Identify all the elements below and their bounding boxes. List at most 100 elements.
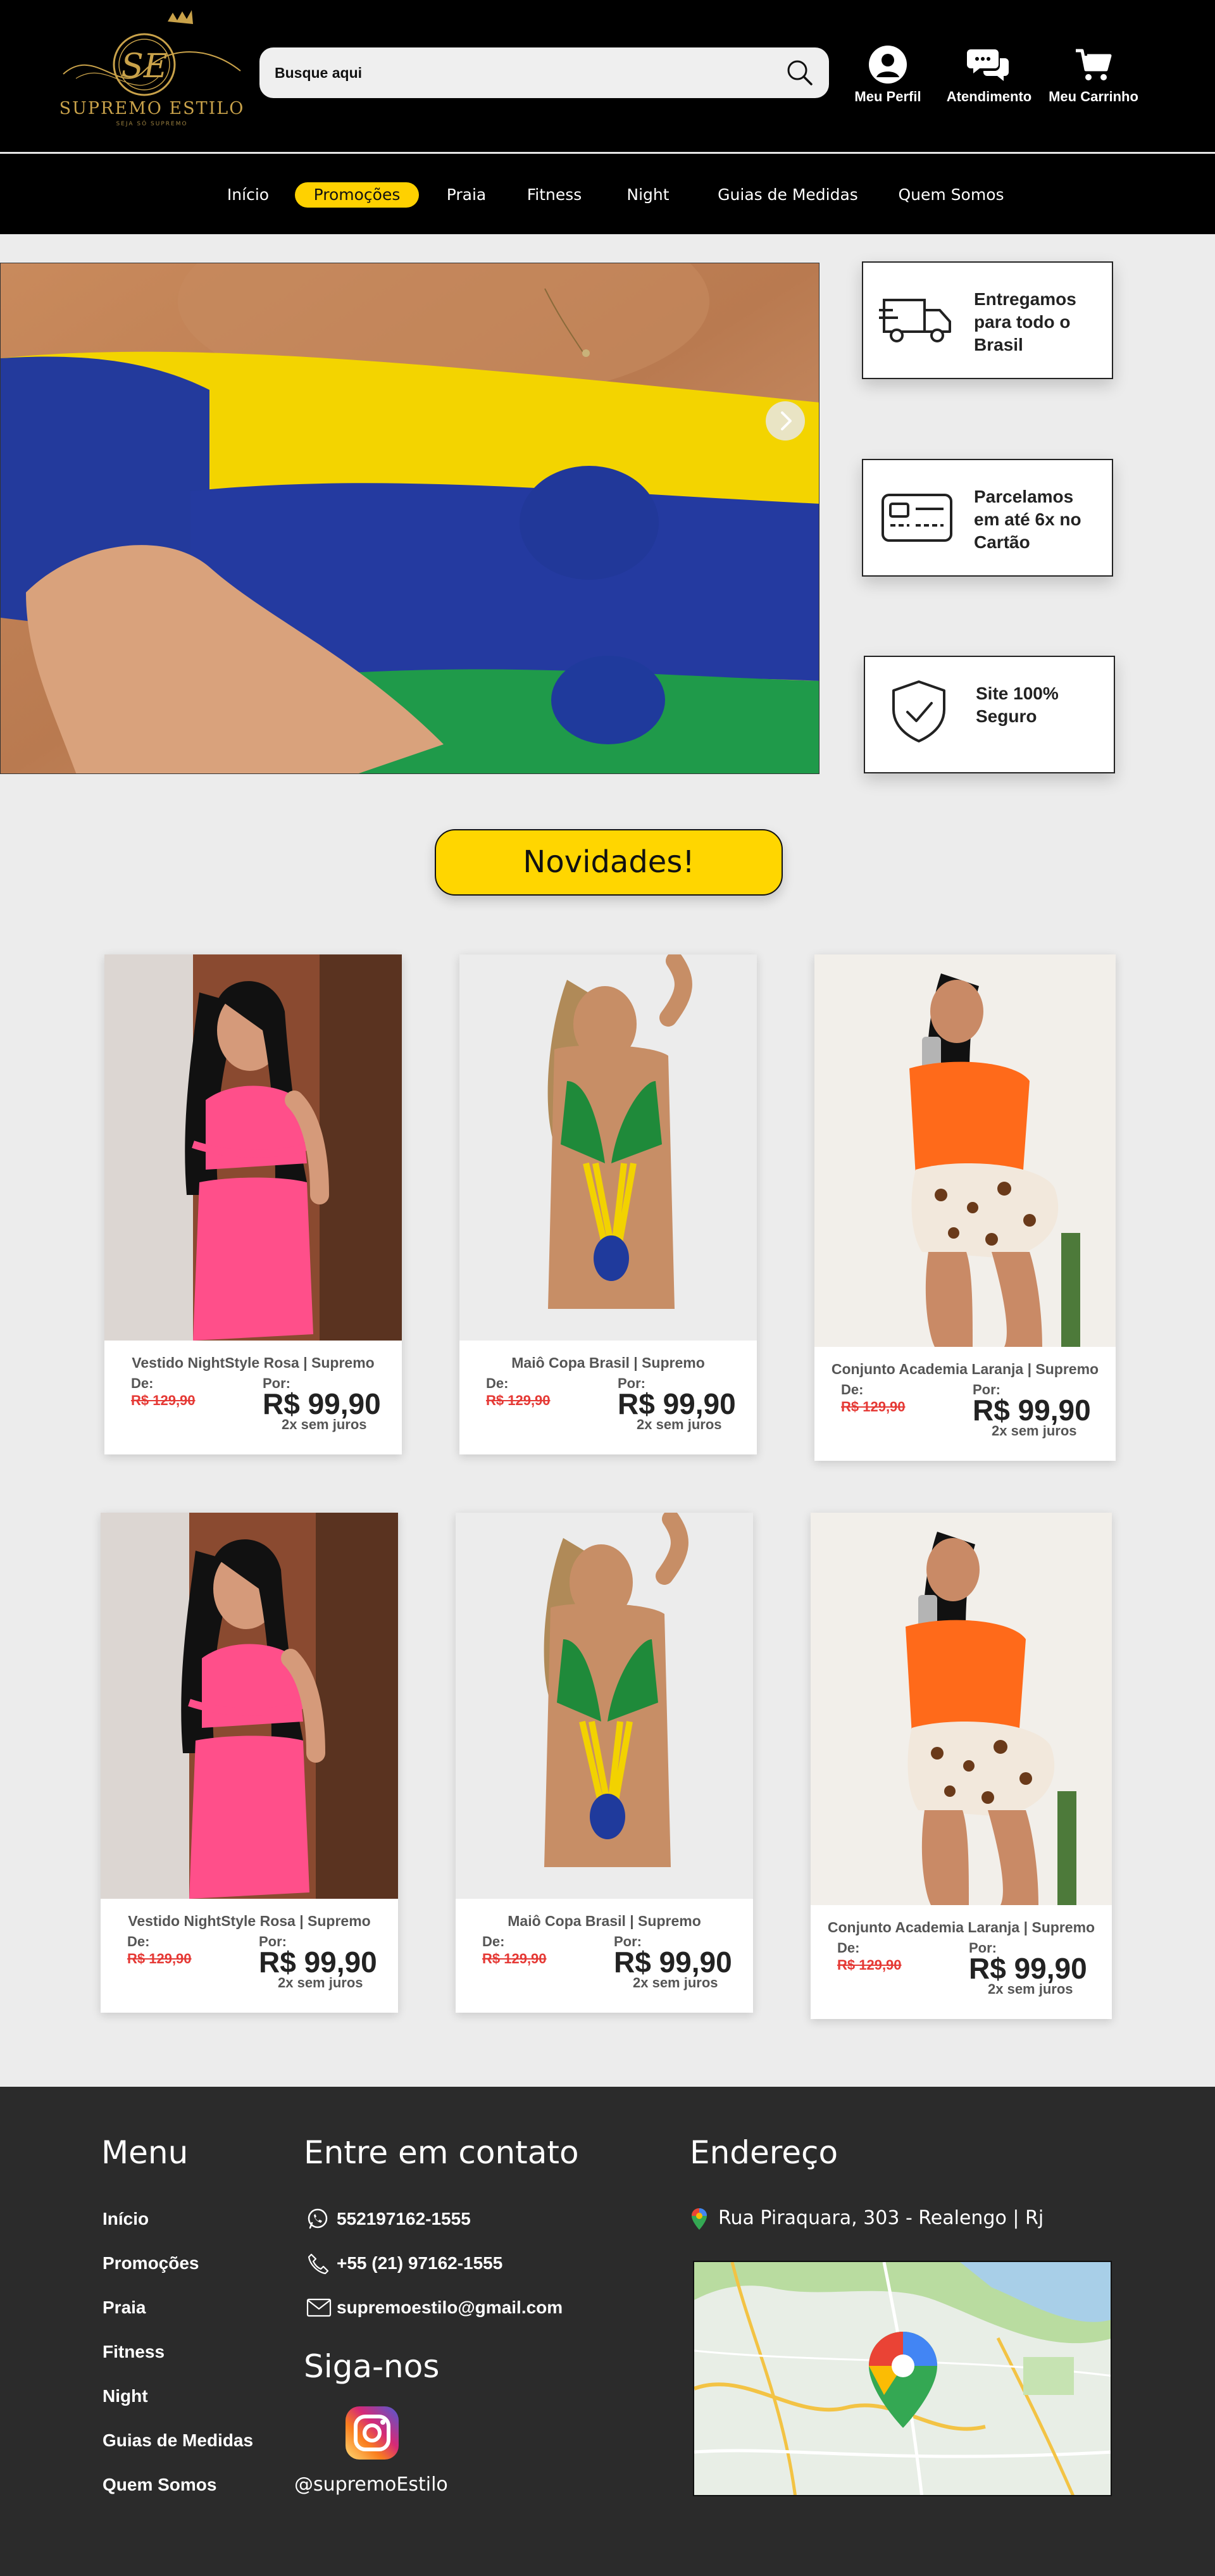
installments: 2x sem juros bbox=[637, 1416, 722, 1432]
product-photo[interactable] bbox=[101, 1513, 398, 1899]
old-price-label: De: bbox=[486, 1375, 509, 1391]
old-price: R$ 129,90 bbox=[127, 1951, 192, 1966]
follow-title: Siga-nos bbox=[304, 2348, 440, 2385]
old-price: R$ 129,90 bbox=[486, 1392, 551, 1408]
nav-item-fitness[interactable]: Fitness bbox=[520, 182, 589, 208]
cart-icon bbox=[1076, 49, 1112, 80]
email-icon bbox=[306, 2298, 332, 2317]
chat-icon bbox=[967, 49, 1009, 81]
old-price-label: De: bbox=[131, 1375, 154, 1391]
footer-menu-title: Menu bbox=[101, 2134, 189, 2171]
product-name[interactable]: Conjunto Academia Laranja | Supremo bbox=[814, 1361, 1116, 1378]
carousel-next-button[interactable] bbox=[766, 401, 805, 441]
product-photo[interactable] bbox=[814, 954, 1116, 1347]
price: R$ 99,90 bbox=[969, 1952, 1087, 1985]
whatsapp-icon bbox=[308, 2208, 328, 2229]
old-price: R$ 129,90 bbox=[841, 1399, 906, 1415]
footer-link-inicio[interactable]: Início bbox=[103, 2209, 149, 2229]
product-card[interactable]: Vestido NightStyle Rosa | Supremo De: R$… bbox=[101, 1513, 398, 2013]
product-name[interactable]: Maiô Copa Brasil | Supremo bbox=[459, 1354, 757, 1372]
product-card[interactable]: Vestido NightStyle Rosa | Supremo De: R$… bbox=[104, 954, 402, 1454]
price: R$ 99,90 bbox=[259, 1946, 377, 1979]
product-photo[interactable] bbox=[459, 954, 757, 1341]
feature-shipping-text: Entregamos para todo o Brasil bbox=[974, 289, 1076, 354]
footer-contact-title: Entre em contato bbox=[304, 2134, 579, 2171]
installments: 2x sem juros bbox=[633, 1975, 718, 1991]
old-price: R$ 129,90 bbox=[837, 1957, 902, 1973]
support-label: Atendimento bbox=[946, 89, 1032, 104]
feature-installments-text: Parcelamos em até 6x no Cartão bbox=[974, 487, 1081, 552]
search-icon[interactable] bbox=[785, 58, 815, 88]
main-nav bbox=[0, 154, 1215, 234]
cart-label: Meu Carrinho bbox=[1049, 89, 1138, 104]
footer-link-night[interactable]: Night bbox=[103, 2386, 148, 2406]
old-price-label: De: bbox=[841, 1382, 864, 1397]
feature-security: Site 100% Seguro bbox=[864, 656, 1115, 773]
instagram-icon[interactable] bbox=[344, 2405, 400, 2461]
map-pin-icon bbox=[692, 2208, 707, 2230]
footer-link-quem-somos[interactable]: Quem Somos bbox=[103, 2475, 216, 2495]
installments: 2x sem juros bbox=[992, 1423, 1077, 1439]
nav-item-guias-de-medidas[interactable]: Guias de Medidas bbox=[715, 182, 861, 208]
installments: 2x sem juros bbox=[278, 1975, 363, 1991]
cart-button[interactable]: Meu Carrinho bbox=[1040, 44, 1147, 114]
search-input[interactable] bbox=[275, 47, 768, 98]
footer-link-fitness[interactable]: Fitness bbox=[103, 2342, 165, 2362]
nav-item-praia[interactable]: Praia bbox=[443, 182, 490, 208]
address-text: Rua Piraquara, 303 - Realengo | Rj bbox=[718, 2207, 1044, 2229]
product-name[interactable]: Vestido NightStyle Rosa | Supremo bbox=[104, 1354, 402, 1372]
old-price-label: De: bbox=[482, 1934, 505, 1949]
search-bar bbox=[259, 47, 829, 98]
product-photo[interactable] bbox=[456, 1513, 753, 1899]
footer-link-promocoes[interactable]: Promoções bbox=[103, 2253, 199, 2273]
installments: 2x sem juros bbox=[282, 1416, 367, 1432]
hero-carousel[interactable] bbox=[0, 263, 819, 774]
logo-wordmark: SUPREMO ESTILO bbox=[59, 99, 245, 118]
logo-emblem-icon: SE SUPREMO ESTILO SEJA SÓ SUPREMO bbox=[59, 10, 245, 127]
footer-link-praia[interactable]: Praia bbox=[103, 2298, 146, 2318]
address-map[interactable] bbox=[693, 2261, 1112, 2496]
footer-address-title: Endereço bbox=[690, 2134, 838, 2171]
product-photo[interactable] bbox=[811, 1513, 1112, 1905]
old-price-label: De: bbox=[127, 1934, 150, 1949]
hero-banner-image bbox=[1, 263, 819, 773]
installments: 2x sem juros bbox=[988, 1981, 1073, 1997]
email-link[interactable]: supremoestilo@gmail.com bbox=[337, 2298, 563, 2318]
product-card[interactable]: Maiô Copa Brasil | Supremo De: R$ 129,90… bbox=[459, 954, 757, 1454]
price: R$ 99,90 bbox=[614, 1946, 732, 1979]
phone-icon bbox=[308, 2253, 329, 2275]
whatsapp-link[interactable]: 552197162-1555 bbox=[337, 2209, 471, 2229]
nav-item-night[interactable]: Night bbox=[620, 182, 676, 208]
old-price: R$ 129,90 bbox=[482, 1951, 547, 1966]
price: R$ 99,90 bbox=[973, 1394, 1091, 1427]
product-card[interactable]: Conjunto Academia Laranja | Supremo De: … bbox=[814, 954, 1116, 1461]
nav-item-promocoes[interactable]: Promoções bbox=[295, 182, 419, 208]
nav-item-inicio[interactable]: Início bbox=[223, 182, 273, 208]
product-card[interactable]: Conjunto Academia Laranja | Supremo De: … bbox=[811, 1513, 1112, 2019]
chevron-right-icon bbox=[781, 411, 792, 430]
feature-security-text: Site 100% Seguro bbox=[976, 684, 1059, 726]
instagram-handle[interactable]: @supremoEstilo bbox=[294, 2473, 448, 2496]
product-photo[interactable] bbox=[104, 954, 402, 1341]
product-name[interactable]: Conjunto Academia Laranja | Supremo bbox=[811, 1919, 1112, 1936]
truck-icon bbox=[879, 299, 951, 342]
profile-button[interactable]: Meu Perfil bbox=[834, 44, 942, 114]
section-title-novidades: Novidades! bbox=[435, 829, 783, 896]
old-price: R$ 129,90 bbox=[131, 1392, 196, 1408]
nav-item-quem-somos[interactable]: Quem Somos bbox=[892, 182, 1010, 208]
phone-link[interactable]: +55 (21) 97162-1555 bbox=[337, 2253, 502, 2273]
product-name[interactable]: Maiô Copa Brasil | Supremo bbox=[456, 1913, 753, 1930]
map-image bbox=[694, 2262, 1111, 2495]
shield-check-icon bbox=[892, 680, 945, 742]
card-icon bbox=[882, 494, 952, 542]
product-name[interactable]: Vestido NightStyle Rosa | Supremo bbox=[101, 1913, 398, 1930]
site-logo[interactable]: SE SUPREMO ESTILO SEJA SÓ SUPREMO bbox=[51, 8, 253, 128]
product-card[interactable]: Maiô Copa Brasil | Supremo De: R$ 129,90… bbox=[456, 1513, 753, 2013]
footer-link-guias-de-medidas[interactable]: Guias de Medidas bbox=[103, 2430, 253, 2451]
price: R$ 99,90 bbox=[618, 1387, 736, 1420]
logo-tagline: SEJA SÓ SUPREMO bbox=[116, 120, 187, 127]
logo-monogram: SE bbox=[121, 47, 168, 85]
old-price-label: De: bbox=[837, 1940, 860, 1956]
support-button[interactable]: Atendimento bbox=[935, 44, 1043, 114]
user-icon bbox=[869, 46, 907, 84]
